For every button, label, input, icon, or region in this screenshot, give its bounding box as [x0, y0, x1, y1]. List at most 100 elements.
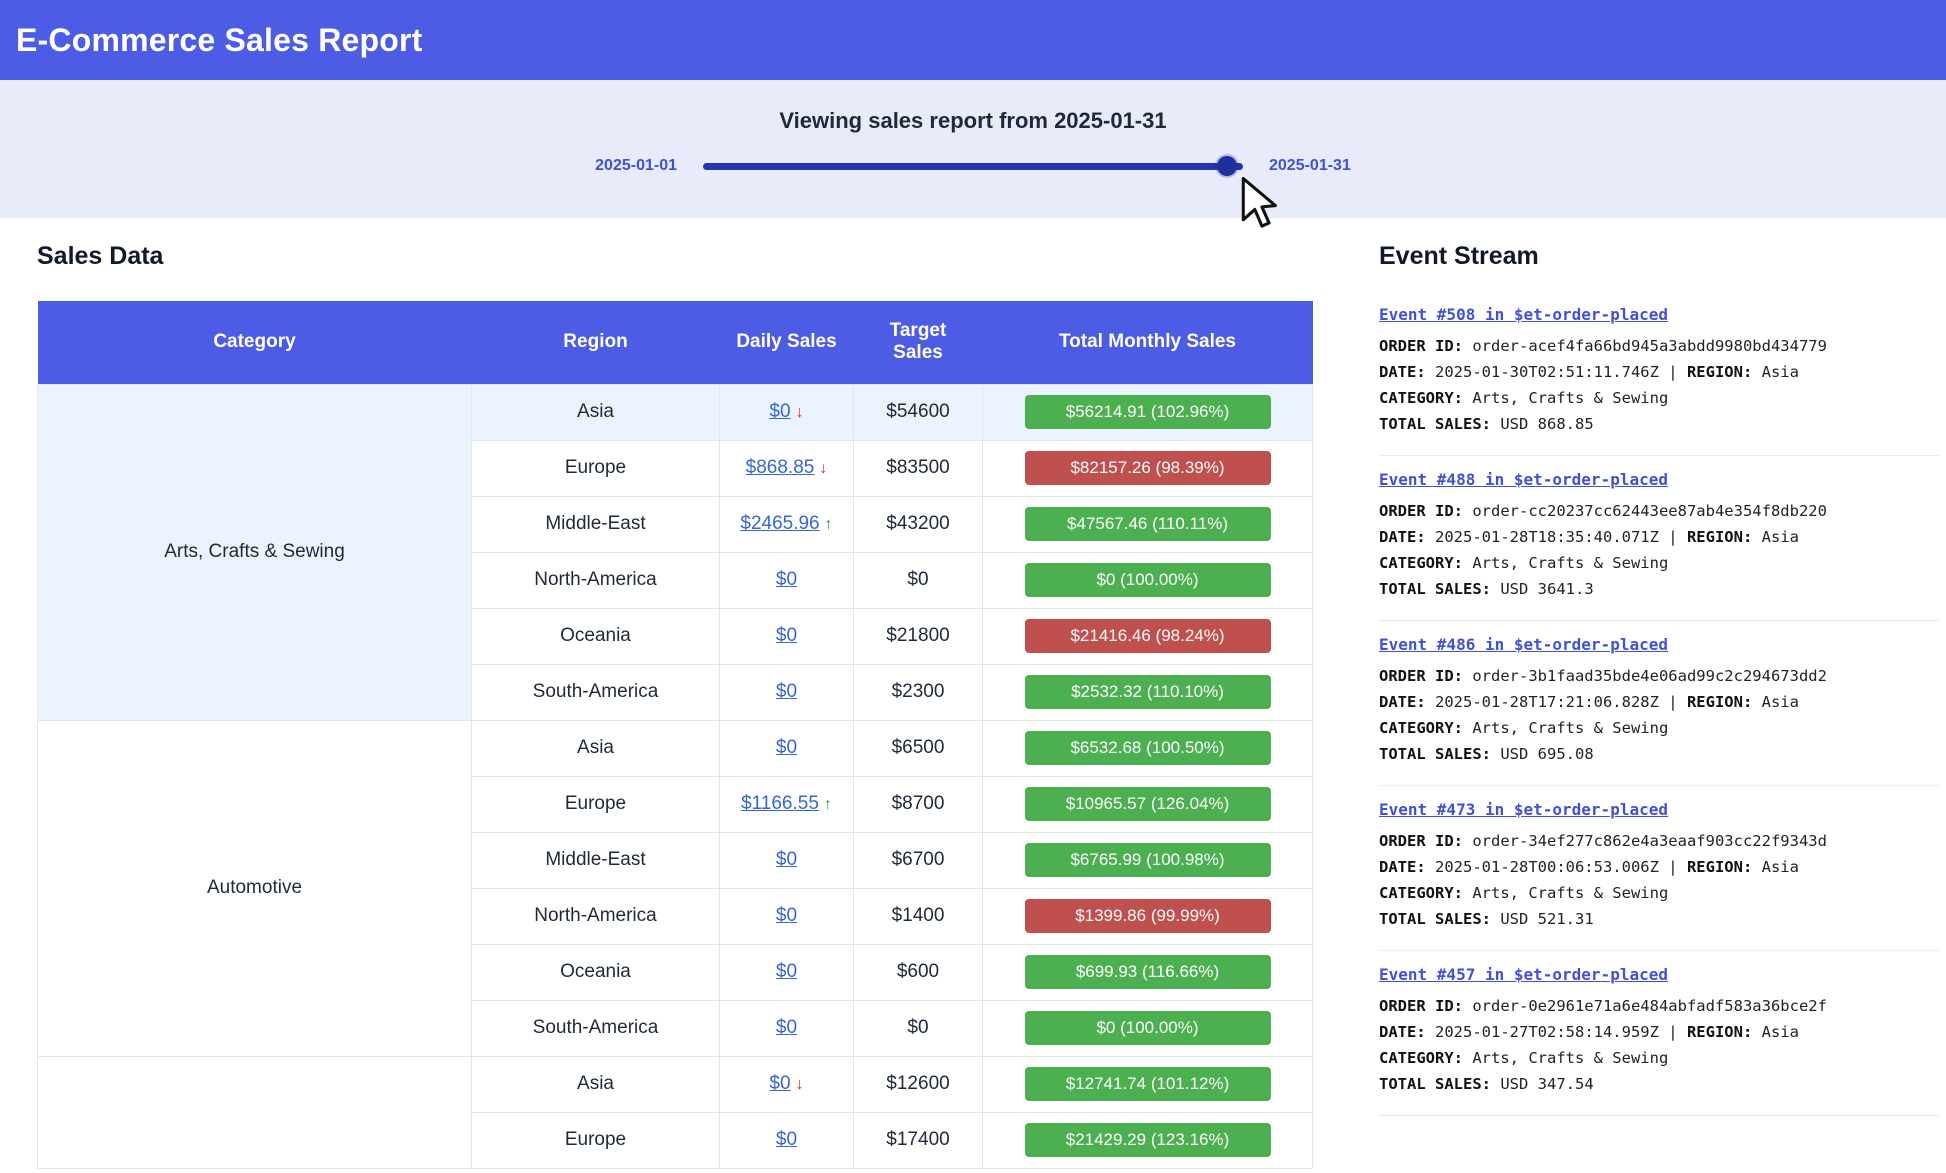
trend-up-icon: ↑ — [824, 796, 832, 814]
daily-sales-link[interactable]: $0 — [776, 681, 797, 702]
total-monthly-cell: $6765.99 (100.98%) — [983, 832, 1313, 888]
daily-sales-cell: $0 — [720, 720, 854, 776]
region-cell: Oceania — [472, 944, 720, 1000]
daily-sales-cell: $0 — [720, 832, 854, 888]
field-value: Arts, Crafts & Sewing — [1472, 1049, 1668, 1067]
field-value: order-3b1faad35bde4e06ad99c2c294673dd2 — [1472, 667, 1827, 685]
target-sales-cell: $21800 — [854, 608, 983, 664]
date-filter-band: Viewing sales report from 2025-01-31 202… — [0, 80, 1946, 218]
total-monthly-cell: $699.93 (116.66%) — [983, 944, 1313, 1000]
daily-sales-link[interactable]: $0 — [776, 1129, 797, 1150]
field-value: order-0e2961e71a6e484abfadf583a36bce2f — [1472, 997, 1827, 1015]
daily-sales-link[interactable]: $0 — [769, 401, 790, 422]
sales-section: Sales Data CategoryRegionDaily SalesTarg… — [37, 242, 1313, 1169]
event-field-line: DATE: 2025-01-28T00:06:53.006Z | REGION:… — [1379, 854, 1939, 880]
date-range-slider[interactable] — [703, 156, 1243, 176]
event-link[interactable]: Event #457 in $et-order-placed — [1379, 965, 1668, 984]
field-label: TOTAL SALES: — [1379, 910, 1500, 928]
event-link[interactable]: Event #486 in $et-order-placed — [1379, 635, 1668, 654]
event-stream-panel: Event Stream Event #508 in $et-order-pla… — [1379, 242, 1939, 1169]
total-monthly-cell: $21429.29 (123.16%) — [983, 1112, 1313, 1168]
field-label: REGION: — [1687, 858, 1762, 876]
field-value: USD 347.54 — [1500, 1075, 1593, 1093]
total-sales-badge: $0 (100.00%) — [1025, 1011, 1271, 1045]
event-field-line: ORDER ID: order-0e2961e71a6e484abfadf583… — [1379, 993, 1939, 1019]
field-label: REGION: — [1687, 528, 1762, 546]
slider-thumb[interactable] — [1217, 156, 1237, 176]
total-monthly-cell: $82157.26 (98.39%) — [983, 440, 1313, 496]
event-field-line: CATEGORY: Arts, Crafts & Sewing — [1379, 715, 1939, 741]
daily-sales-link[interactable]: $0 — [776, 961, 797, 982]
field-value: 2025-01-28T17:21:06.828Z | — [1435, 693, 1687, 711]
field-label: TOTAL SALES: — [1379, 580, 1500, 598]
field-label: TOTAL SALES: — [1379, 415, 1500, 433]
field-value: order-cc20237cc62443ee87ab4e354f8db220 — [1472, 502, 1827, 520]
field-label: DATE: — [1379, 693, 1435, 711]
field-label: ORDER ID: — [1379, 337, 1472, 355]
trend-down-icon: ↓ — [796, 1076, 804, 1094]
daily-sales-link[interactable]: $0 — [776, 905, 797, 926]
column-header: Region — [472, 301, 720, 384]
target-sales-cell: $8700 — [854, 776, 983, 832]
daily-sales-cell: $1166.55 ↑ — [720, 776, 854, 832]
event-field-line: TOTAL SALES: USD 3641.3 — [1379, 576, 1939, 602]
event-card: Event #508 in $et-order-placed ORDER ID: … — [1379, 301, 1939, 456]
slider-start-label: 2025-01-01 — [595, 157, 677, 175]
target-sales-cell: $1400 — [854, 888, 983, 944]
target-sales-cell: $17400 — [854, 1112, 983, 1168]
daily-sales-cell: $0 ↓ — [720, 1056, 854, 1112]
total-monthly-cell: $6532.68 (100.50%) — [983, 720, 1313, 776]
target-sales-cell: $0 — [854, 552, 983, 608]
field-value: USD 868.85 — [1500, 415, 1593, 433]
field-value: Asia — [1762, 693, 1799, 711]
event-field-line: ORDER ID: order-34ef277c862e4a3eaaf903cc… — [1379, 828, 1939, 854]
event-field-line: TOTAL SALES: USD 347.54 — [1379, 1071, 1939, 1097]
target-sales-cell: $12600 — [854, 1056, 983, 1112]
daily-sales-cell: $0 — [720, 888, 854, 944]
app-root: E-Commerce Sales Report Viewing sales re… — [0, 0, 1946, 1169]
table-header-row: CategoryRegionDaily SalesTarget SalesTot… — [38, 301, 1313, 384]
daily-sales-cell: $0 ↓ — [720, 384, 854, 440]
trend-down-icon: ↓ — [796, 404, 804, 422]
daily-sales-link[interactable]: $1166.55 — [741, 793, 819, 814]
field-value: order-34ef277c862e4a3eaaf903cc22f9343d — [1472, 832, 1827, 850]
field-value: 2025-01-27T02:58:14.959Z | — [1435, 1023, 1687, 1041]
region-cell: North-America — [472, 552, 720, 608]
target-sales-cell: $2300 — [854, 664, 983, 720]
event-link[interactable]: Event #508 in $et-order-placed — [1379, 305, 1668, 324]
page-title: E-Commerce Sales Report — [16, 22, 423, 59]
daily-sales-link[interactable]: $0 — [776, 849, 797, 870]
daily-sales-link[interactable]: $0 — [769, 1073, 790, 1094]
daily-sales-cell: $0 — [720, 944, 854, 1000]
event-link[interactable]: Event #488 in $et-order-placed — [1379, 470, 1668, 489]
daily-sales-link[interactable]: $0 — [776, 625, 797, 646]
total-sales-badge: $1399.86 (99.99%) — [1025, 899, 1271, 933]
event-field-line: TOTAL SALES: USD 521.31 — [1379, 906, 1939, 932]
region-cell: South-America — [472, 1000, 720, 1056]
daily-sales-link[interactable]: $0 — [776, 569, 797, 590]
daily-sales-link[interactable]: $0 — [776, 737, 797, 758]
daily-sales-cell: $0 — [720, 608, 854, 664]
daily-sales-link[interactable]: $0 — [776, 1017, 797, 1038]
field-label: DATE: — [1379, 363, 1435, 381]
field-label: CATEGORY: — [1379, 554, 1472, 572]
total-monthly-cell: $0 (100.00%) — [983, 1000, 1313, 1056]
event-field-line: ORDER ID: order-acef4fa66bd945a3abdd9980… — [1379, 333, 1939, 359]
trend-up-icon: ↑ — [825, 516, 833, 534]
daily-sales-link[interactable]: $868.85 — [746, 457, 815, 478]
slider-track[interactable] — [703, 163, 1243, 170]
field-value: Asia — [1762, 1023, 1799, 1041]
total-sales-badge: $21416.46 (98.24%) — [1025, 619, 1271, 653]
event-link[interactable]: Event #473 in $et-order-placed — [1379, 800, 1668, 819]
app-header: E-Commerce Sales Report — [0, 0, 1946, 80]
field-label: CATEGORY: — [1379, 884, 1472, 902]
total-monthly-cell: $47567.46 (110.11%) — [983, 496, 1313, 552]
event-field-line: TOTAL SALES: USD 868.85 — [1379, 411, 1939, 437]
table-row: AutomotiveAsia$0$6500$6532.68 (100.50%) — [38, 720, 1313, 776]
field-value: order-acef4fa66bd945a3abdd9980bd434779 — [1472, 337, 1827, 355]
field-label: REGION: — [1687, 1023, 1762, 1041]
field-label: CATEGORY: — [1379, 719, 1472, 737]
field-label: DATE: — [1379, 528, 1435, 546]
daily-sales-link[interactable]: $2465.96 — [740, 513, 819, 534]
field-label: REGION: — [1687, 363, 1762, 381]
